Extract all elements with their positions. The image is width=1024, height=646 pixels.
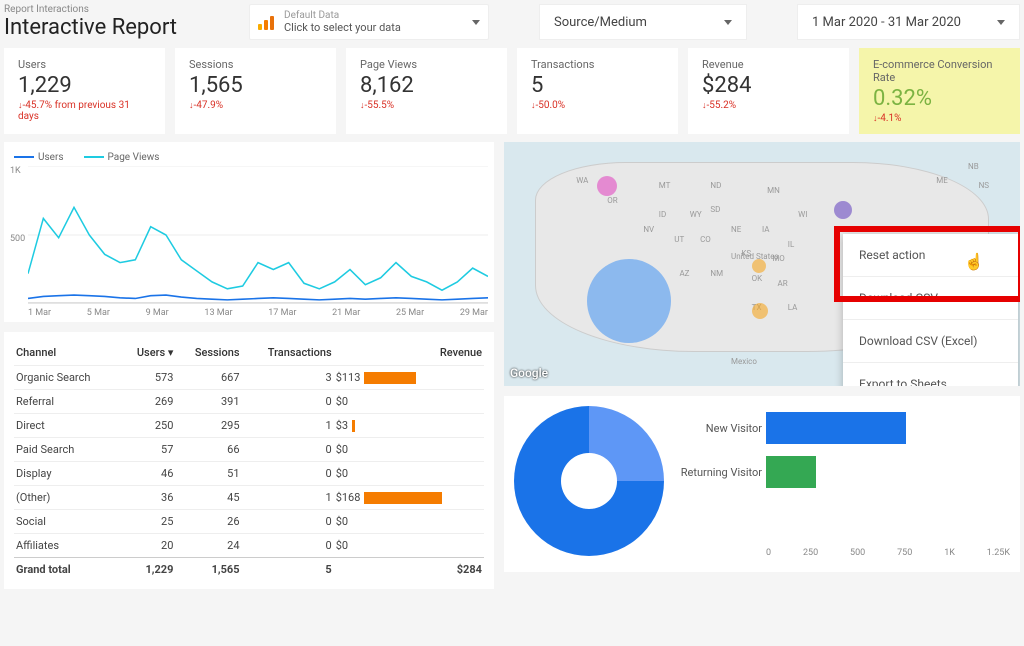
- bar: [766, 412, 906, 444]
- bar-axis-tick: 0: [766, 548, 771, 558]
- table-row[interactable]: Social25260$0: [14, 510, 484, 534]
- bar-row: Returning Visitor: [672, 450, 1010, 494]
- analytics-icon: [258, 14, 274, 30]
- metric-delta: -50.0%: [531, 100, 664, 111]
- x-tick: 17 Mar: [268, 308, 296, 318]
- x-tick: 29 Mar: [460, 308, 488, 318]
- bar-axis-tick: 750: [897, 548, 912, 558]
- chevron-down-icon: [724, 20, 732, 25]
- channel-table: ChannelUsers ▾SessionsTransactionsRevenu…: [4, 332, 494, 589]
- breadcrumb: Report Interactions: [4, 4, 239, 15]
- x-tick: 9 Mar: [146, 308, 169, 318]
- chart-legend: Users Page Views: [14, 152, 484, 163]
- metric-label: Page Views: [360, 58, 493, 71]
- data-source-hint: Click to select your data: [284, 21, 401, 34]
- bar-label: Returning Visitor: [672, 466, 762, 479]
- menu-label: Download CSV: [859, 291, 938, 305]
- menu-label: Export to Sheets: [859, 377, 947, 386]
- table-row[interactable]: Display46510$0: [14, 462, 484, 486]
- page-title: Interactive Report: [4, 15, 239, 40]
- bar-label: New Visitor: [672, 422, 762, 435]
- col-header[interactable]: Transactions: [242, 340, 334, 366]
- metric-label: Users: [18, 58, 151, 71]
- x-tick: 13 Mar: [204, 308, 232, 318]
- metric-value: 0.32%: [873, 86, 1006, 111]
- visitor-type-chart[interactable]: New Visitor Returning Visitor 0 250 500 750 1…: [504, 396, 1020, 572]
- col-header[interactable]: Users ▾: [120, 340, 175, 366]
- context-menu: Reset action ☝ Download CSV Download CSV…: [843, 234, 1018, 386]
- metric-label: Revenue: [702, 58, 835, 71]
- col-header[interactable]: Channel: [14, 340, 120, 366]
- col-header[interactable]: Sessions: [175, 340, 241, 366]
- metric-value: 1,565: [189, 73, 322, 98]
- chevron-down-icon: [472, 20, 480, 25]
- google-watermark: Google: [510, 366, 548, 380]
- geo-map[interactable]: United States Mexico WAOR MTND SDMN WINV…: [504, 142, 1020, 386]
- map-label-neighbor: Mexico: [731, 357, 757, 366]
- donut-chart: [514, 406, 664, 556]
- table-row[interactable]: Organic Search5736673$113: [14, 366, 484, 390]
- metric-value: $284: [702, 73, 835, 98]
- metric-delta: -45.7% from previous 31 days: [18, 100, 151, 122]
- metric-label: E-commerce Conversion Rate: [873, 58, 1006, 84]
- bar: [766, 456, 816, 488]
- menu-label: Reset action: [859, 248, 925, 262]
- bar-axis-tick: 250: [803, 548, 818, 558]
- table-row[interactable]: (Other)36451$168: [14, 486, 484, 510]
- chevron-down-icon: [997, 20, 1005, 25]
- x-tick: 5 Mar: [87, 308, 110, 318]
- metric-label: Transactions: [531, 58, 664, 71]
- date-range-value: 1 Mar 2020 - 31 Mar 2020: [812, 15, 961, 30]
- report-title-block: Report Interactions Interactive Report: [4, 4, 239, 40]
- table-row[interactable]: Referral2693910$0: [14, 390, 484, 414]
- data-source-name: Default Data: [284, 10, 401, 21]
- y-tick: 1K: [10, 166, 25, 176]
- menu-download-csv-excel[interactable]: Download CSV (Excel): [843, 320, 1018, 363]
- metric-delta: -4.1%: [873, 113, 1006, 124]
- metric-card-page-views[interactable]: Page Views 8,162 -55.5%: [346, 48, 507, 134]
- x-tick: 25 Mar: [396, 308, 424, 318]
- metric-card-e-commerce-conversion-rate[interactable]: E-commerce Conversion Rate 0.32% -4.1%: [859, 48, 1020, 134]
- table-row[interactable]: Affiliates20240$0: [14, 534, 484, 558]
- data-source-selector[interactable]: Default Data Click to select your data: [249, 4, 489, 40]
- timeseries-chart[interactable]: Users Page Views 1K 500 1 Mar 5 Mar 9 Mar 1…: [4, 142, 494, 322]
- legend-pageviews: Page Views: [84, 152, 160, 163]
- metric-value: 8,162: [360, 73, 493, 98]
- metric-card-users[interactable]: Users 1,229 -45.7% from previous 31 days: [4, 48, 165, 134]
- bar-axis-tick: 1K: [944, 548, 955, 558]
- metric-card-sessions[interactable]: Sessions 1,565 -47.9%: [175, 48, 336, 134]
- bar-axis-tick: 500: [850, 548, 865, 558]
- bar-row: New Visitor: [672, 406, 1010, 450]
- metric-value: 1,229: [18, 73, 151, 98]
- y-tick: 500: [10, 234, 25, 244]
- col-header[interactable]: Revenue: [334, 340, 484, 366]
- metric-card-transactions[interactable]: Transactions 5 -50.0%: [517, 48, 678, 134]
- table-row[interactable]: Paid Search57660$0: [14, 438, 484, 462]
- menu-label: Download CSV (Excel): [859, 334, 977, 348]
- pointer-cursor-icon: ☝: [964, 252, 984, 271]
- table-total-row: Grand total1,2291,5655$284: [14, 558, 484, 582]
- menu-export-to-sheets[interactable]: Export to Sheets: [843, 363, 1018, 386]
- dimension-dropdown[interactable]: Source/Medium: [539, 4, 747, 40]
- bar-axis-tick: 1.25K: [987, 548, 1010, 558]
- date-range-picker[interactable]: 1 Mar 2020 - 31 Mar 2020: [797, 4, 1020, 40]
- metric-delta: -55.2%: [702, 100, 835, 111]
- legend-users: Users: [14, 152, 64, 163]
- metric-card-revenue[interactable]: Revenue $284 -55.2%: [688, 48, 849, 134]
- metric-delta: -47.9%: [189, 100, 322, 111]
- x-tick: 21 Mar: [332, 308, 360, 318]
- x-tick: 1 Mar: [28, 308, 51, 318]
- menu-download-csv[interactable]: Download CSV: [843, 277, 1018, 320]
- dimension-value: Source/Medium: [554, 15, 647, 30]
- menu-reset-action[interactable]: Reset action ☝: [843, 234, 1018, 277]
- table-row[interactable]: Direct2502951$3: [14, 414, 484, 438]
- metric-value: 5: [531, 73, 664, 98]
- metric-delta: -55.5%: [360, 100, 493, 111]
- metric-label: Sessions: [189, 58, 322, 71]
